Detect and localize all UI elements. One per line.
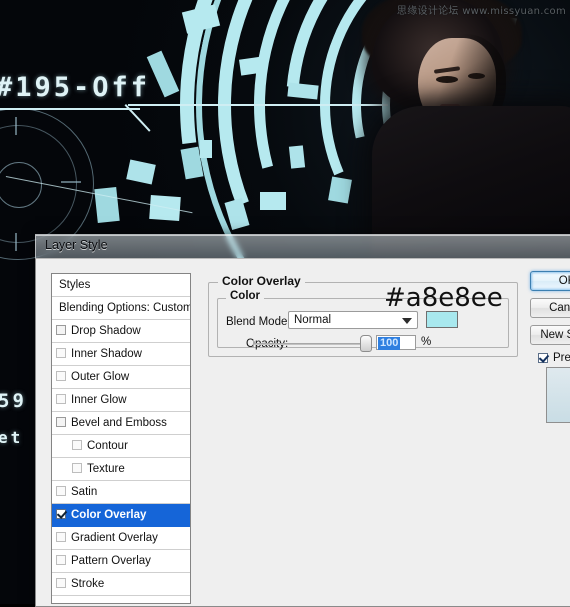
styles-list-item-inner-shadow[interactable]: Inner Shadow [52, 343, 190, 366]
styles-list-item-color-overlay[interactable]: Color Overlay [52, 504, 190, 527]
preview-thumbnail [546, 367, 570, 423]
styles-list[interactable]: Styles Blending Options: Custom Drop Sha… [51, 273, 191, 604]
preview-label: Preview [553, 352, 570, 364]
hud-chip [239, 56, 265, 75]
checkbox-satin[interactable] [56, 486, 66, 496]
list-item-label: Texture [87, 463, 125, 475]
dialog-title: Layer Style [45, 238, 108, 252]
styles-list-item-contour[interactable]: Contour [52, 435, 190, 458]
blend-mode-select[interactable]: Normal [288, 311, 418, 329]
checkbox-inner-glow[interactable] [56, 394, 66, 404]
hud-circle-inner [0, 162, 42, 208]
annotation-hex-code: #a8e8ee [384, 283, 503, 313]
list-item-label: Inner Shadow [71, 348, 142, 360]
checkbox-color-overlay[interactable] [56, 509, 66, 519]
checkbox-preview[interactable] [538, 353, 548, 363]
list-item-label: Stroke [71, 578, 104, 590]
list-item-label: Inner Glow [71, 394, 127, 406]
list-item-label: Gradient Overlay [71, 532, 158, 544]
blend-mode-label: Blend Mode: [226, 316, 291, 328]
led-text-main: #195-Off [0, 72, 150, 103]
checkbox-contour[interactable] [72, 440, 82, 450]
checkbox-pattern-overlay[interactable] [56, 555, 66, 565]
list-item-label: Pattern Overlay [71, 555, 151, 567]
color-swatch[interactable] [426, 311, 458, 328]
checkbox-outer-glow[interactable] [56, 371, 66, 381]
led-text-side-2: et [0, 428, 23, 447]
list-item-label: Blending Options: Custom [59, 302, 191, 314]
opacity-unit: % [421, 336, 431, 348]
styles-list-item-gradient-overlay[interactable]: Gradient Overlay [52, 527, 190, 550]
preview-checkbox-row[interactable]: Preview [538, 352, 570, 368]
styles-list-item-outer-glow[interactable]: Outer Glow [52, 366, 190, 389]
color-overlay-group-title: Color Overlay [218, 274, 305, 288]
ok-button[interactable]: OK [530, 271, 570, 291]
checkbox-bevel-and-emboss[interactable] [56, 417, 66, 427]
dialog-buttons: OK Cancel New Style... Preview [530, 271, 570, 373]
hud-chip [94, 187, 119, 223]
watermark: 思缘设计论坛 www.missyuan.com [397, 2, 566, 17]
styles-list-item-drop-shadow[interactable]: Drop Shadow [52, 320, 190, 343]
list-item-label: Drop Shadow [71, 325, 141, 337]
woman-portrait [310, 0, 570, 244]
cancel-button[interactable]: Cancel [530, 298, 570, 318]
list-item-label: Bevel and Emboss [71, 417, 167, 429]
new-style-button[interactable]: New Style... [530, 325, 570, 345]
color-group-title: Color [226, 290, 264, 302]
dialog-body: Styles Blending Options: Custom Drop Sha… [35, 258, 570, 607]
list-item-label: Color Overlay [71, 509, 146, 521]
styles-list-item-inner-glow[interactable]: Inner Glow [52, 389, 190, 412]
list-item-label: Outer Glow [71, 371, 129, 383]
blend-mode-value: Normal [294, 314, 331, 326]
styles-list-item-texture[interactable]: Texture [52, 458, 190, 481]
led-text-side-1: 59 [0, 390, 27, 412]
hud-chip [289, 145, 305, 168]
checkbox-drop-shadow[interactable] [56, 325, 66, 335]
styles-list-item-bevel-and-emboss[interactable]: Bevel and Emboss [52, 412, 190, 435]
led-underline [0, 108, 140, 110]
styles-list-item-satin[interactable]: Satin [52, 481, 190, 504]
styles-list-item-styles[interactable]: Styles [52, 274, 190, 297]
checkbox-gradient-overlay[interactable] [56, 532, 66, 542]
checkbox-texture[interactable] [72, 463, 82, 473]
chevron-down-icon[interactable] [402, 318, 412, 324]
styles-list-item-pattern-overlay[interactable]: Pattern Overlay [52, 550, 190, 573]
layer-style-dialog: Layer Style Styles Blending Options: Cus… [35, 234, 570, 606]
checkbox-inner-shadow[interactable] [56, 348, 66, 358]
list-item-label: Contour [87, 440, 128, 452]
styles-list-item-blending-options[interactable]: Blending Options: Custom [52, 297, 190, 320]
hud-chip [200, 140, 212, 158]
opacity-input[interactable]: 100 [376, 335, 416, 350]
list-item-label: Satin [71, 486, 97, 498]
slider-tick [253, 340, 254, 347]
opacity-slider-track[interactable] [253, 343, 371, 345]
list-item-label: Styles [59, 279, 90, 291]
styles-list-item-stroke[interactable]: Stroke [52, 573, 190, 596]
opacity-slider-thumb[interactable] [360, 335, 372, 352]
checkbox-stroke[interactable] [56, 578, 66, 588]
opacity-value: 100 [378, 337, 400, 350]
hud-chip [260, 192, 286, 210]
dialog-titlebar[interactable]: Layer Style [35, 234, 570, 258]
